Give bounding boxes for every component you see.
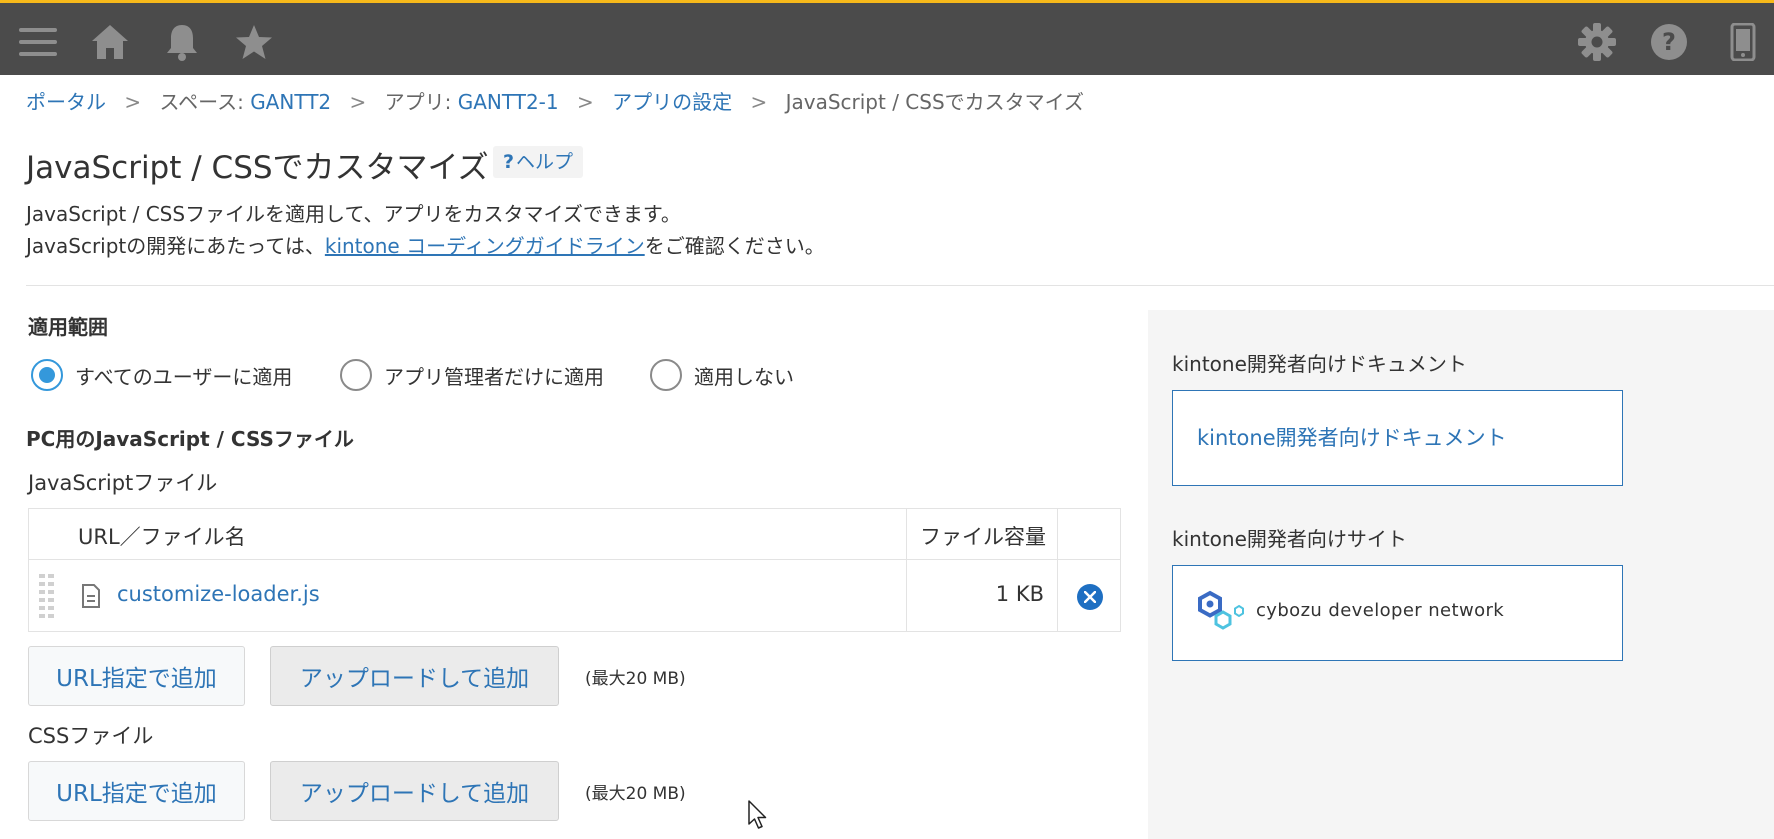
radio-label: すべてのユーザーに適用 bbox=[75, 364, 293, 389]
breadcrumb-current: JavaScript / CSSでカスタマイズ bbox=[785, 90, 1085, 114]
home-icon[interactable] bbox=[89, 21, 131, 63]
mouse-cursor-icon bbox=[748, 800, 768, 834]
column-divider bbox=[906, 509, 907, 631]
breadcrumb: ポータル > スペース: GANTT2 > アプリ: GANTT2-1 > アプ… bbox=[26, 86, 1084, 115]
file-name-link[interactable]: customize-loader.js bbox=[117, 582, 320, 606]
column-header-size: ファイル容量 bbox=[920, 525, 1046, 549]
radio-label: 適用しない bbox=[694, 364, 794, 389]
radio-circle[interactable] bbox=[650, 359, 682, 391]
radio-label: アプリ管理者だけに適用 bbox=[384, 364, 604, 389]
breadcrumb-space-prefix: スペース: bbox=[159, 90, 251, 114]
column-divider bbox=[1057, 509, 1058, 631]
close-icon bbox=[1084, 591, 1096, 603]
js-add-url-button[interactable]: URL指定で追加 bbox=[28, 646, 245, 706]
cybozu-logo-icon bbox=[1197, 590, 1247, 640]
coding-guideline-link[interactable]: kintone コーディングガイドライン bbox=[325, 234, 645, 258]
breadcrumb-space[interactable]: GANTT2 bbox=[250, 90, 331, 114]
bell-icon[interactable] bbox=[161, 21, 203, 63]
breadcrumb-portal[interactable]: ポータル bbox=[26, 90, 106, 114]
breadcrumb-app-prefix: アプリ: bbox=[384, 90, 458, 114]
star-icon[interactable] bbox=[233, 21, 275, 63]
table-header: URL／ファイル名 ファイル容量 bbox=[29, 509, 1120, 560]
help-mark: ? bbox=[503, 151, 515, 173]
remove-file-button[interactable] bbox=[1077, 584, 1103, 610]
breadcrumb-separator: > bbox=[576, 90, 594, 114]
description-suffix: をご確認ください。 bbox=[644, 234, 825, 258]
breadcrumb-separator: > bbox=[124, 90, 142, 114]
breadcrumb-separator: > bbox=[349, 90, 367, 114]
radio-all-users[interactable]: すべてのユーザーに適用 bbox=[31, 359, 292, 391]
description-prefix: JavaScriptの開発にあたっては、 bbox=[26, 234, 325, 258]
drag-handle-icon[interactable] bbox=[37, 572, 57, 624]
description-line-1: JavaScript / CSSファイルを適用して、アプリをカスタマイズできます… bbox=[26, 202, 681, 226]
docs-title: kintone開発者向けドキュメント bbox=[1172, 352, 1467, 376]
css-add-url-button[interactable]: URL指定で追加 bbox=[28, 761, 245, 821]
css-upload-button[interactable]: アップロードして追加 bbox=[270, 761, 559, 821]
javascript-file-table: URL／ファイル名 ファイル容量 customize-loader.js 1 K… bbox=[28, 508, 1121, 632]
gear-icon[interactable] bbox=[1576, 21, 1618, 63]
css-max-size-note: (最大20 MB) bbox=[585, 784, 686, 804]
radio-circle[interactable] bbox=[31, 359, 63, 391]
site-title: kintone開発者向けサイト bbox=[1172, 527, 1407, 551]
docs-link-card[interactable]: kintone開発者向けドキュメント bbox=[1172, 390, 1623, 486]
js-upload-button[interactable]: アップロードして追加 bbox=[270, 646, 559, 706]
divider bbox=[26, 285, 1774, 286]
radio-none[interactable]: 適用しない bbox=[650, 359, 794, 391]
page-title: JavaScript / CSSでカスタマイズ bbox=[26, 150, 489, 186]
docs-link[interactable]: kintone開発者向けドキュメント bbox=[1197, 422, 1507, 452]
breadcrumb-separator: > bbox=[750, 90, 768, 114]
menu-icon[interactable] bbox=[17, 21, 59, 63]
description-line-2: JavaScriptの開発にあたっては、kintone コーディングガイドライン… bbox=[26, 230, 825, 259]
css-files-label: CSSファイル bbox=[28, 724, 154, 748]
file-size: 1 KB bbox=[995, 582, 1044, 606]
help-label: ヘルプ bbox=[516, 151, 574, 173]
column-header-url: URL／ファイル名 bbox=[78, 525, 246, 549]
breadcrumb-app-settings[interactable]: アプリの設定 bbox=[612, 90, 732, 114]
js-max-size-note: (最大20 MB) bbox=[585, 669, 686, 689]
mobile-icon[interactable] bbox=[1722, 21, 1764, 63]
file-icon bbox=[81, 584, 101, 612]
top-navigation-bar: ? bbox=[0, 0, 1774, 75]
cdn-link-card[interactable]: cybozu developer network bbox=[1172, 565, 1623, 661]
radio-admin-only[interactable]: アプリ管理者だけに適用 bbox=[340, 359, 604, 391]
breadcrumb-app[interactable]: GANTT2-1 bbox=[458, 90, 559, 114]
cdn-link[interactable]: cybozu developer network bbox=[1256, 600, 1504, 621]
table-row: customize-loader.js 1 KB bbox=[29, 560, 1120, 632]
pc-files-title: PC用のJavaScript / CSSファイル bbox=[26, 427, 354, 451]
svg-text:?: ? bbox=[1662, 28, 1676, 56]
help-icon[interactable]: ? bbox=[1648, 21, 1690, 63]
scope-label: 適用範囲 bbox=[28, 315, 108, 339]
help-link[interactable]: ? ヘルプ bbox=[493, 146, 584, 178]
radio-circle[interactable] bbox=[340, 359, 372, 391]
developer-resources-panel: kintone開発者向けドキュメント kintone開発者向けドキュメント ki… bbox=[1148, 310, 1774, 839]
javascript-files-label: JavaScriptファイル bbox=[28, 471, 218, 495]
